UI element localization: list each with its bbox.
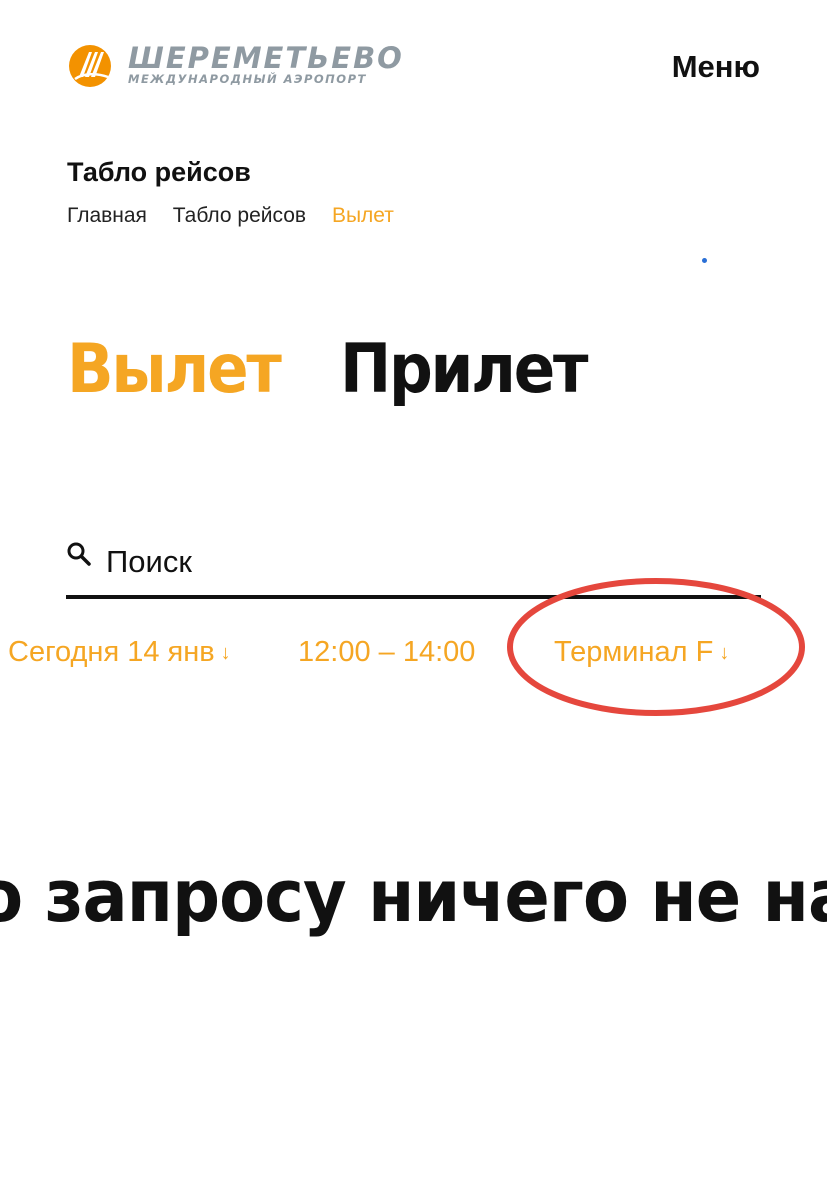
search-icon [67, 542, 91, 566]
search-bar [66, 535, 761, 599]
airport-logo[interactable]: ШЕРЕМЕТЬЕВО МЕЖДУНАРОДНЫЙ АЭРОПОРТ [68, 41, 448, 90]
empty-results-text: По запросу ничего не найдено [0, 854, 827, 938]
airport-logo-icon [69, 45, 111, 87]
terminal-filter[interactable]: Терминал F ↓ [554, 630, 729, 675]
menu-button[interactable]: Меню [672, 48, 760, 86]
arrow-down-icon: ↓ [220, 642, 231, 664]
date-filter-label: Сегодня 14 янв [8, 636, 215, 668]
header: ШЕРЕМЕТЬЕВО МЕЖДУНАРОДНЫЙ АЭРОПОРТ Меню [0, 0, 827, 120]
search-input[interactable] [106, 539, 746, 585]
time-filter[interactable]: 12:00 – 14:00 [298, 630, 475, 674]
breadcrumb-home[interactable]: Главная [67, 204, 147, 227]
tab-departures[interactable]: Вылет [67, 325, 282, 415]
breadcrumb: Главная Табло рейсов Вылет [67, 202, 414, 230]
arrow-down-icon: ↓ [719, 642, 730, 664]
empty-results-message: По запросу ничего не найдено [0, 848, 827, 944]
terminal-filter-label: Терминал F [554, 636, 714, 668]
time-filter-label: 12:00 – 14:00 [298, 636, 476, 668]
logo-subtitle: МЕЖДУНАРОДНЫЙ АЭРОПОРТ [128, 72, 367, 86]
tab-arrivals[interactable]: Прилет [340, 325, 588, 415]
logo-title: ШЕРЕМЕТЬЕВО [128, 41, 404, 75]
date-filter[interactable]: Сегодня 14 янв ↓ [8, 630, 231, 675]
page-title: Табло рейсов [67, 157, 251, 187]
breadcrumb-current: Вылет [331, 204, 394, 227]
breadcrumb-flight-board[interactable]: Табло рейсов [173, 204, 306, 227]
decorative-dot [702, 258, 707, 263]
